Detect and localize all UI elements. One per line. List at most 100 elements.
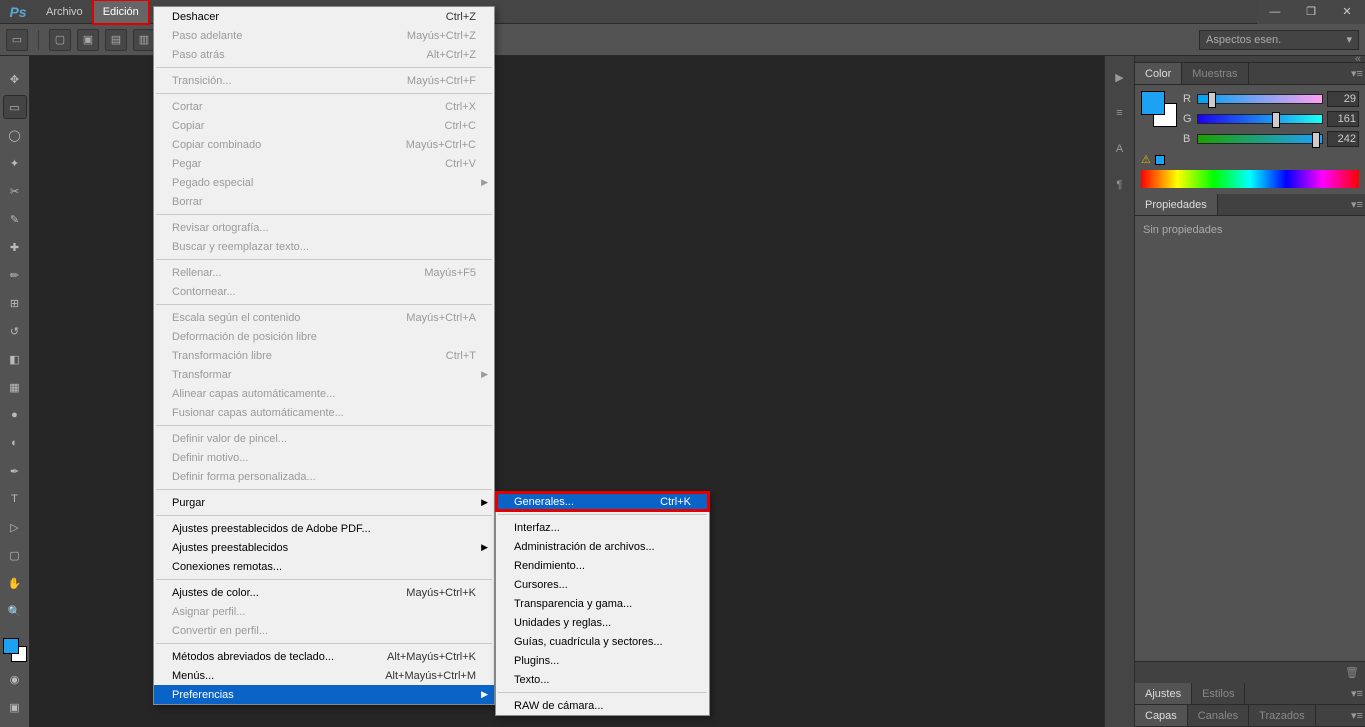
panels-collapse[interactable]: « <box>1135 56 1365 63</box>
window-controls: — ❐ ✕ <box>1257 0 1365 24</box>
menu-item-m-todos-abreviados-de-teclado[interactable]: Métodos abreviados de teclado...Alt+Mayú… <box>154 647 494 666</box>
menu-item-buscar-y-reemplazar-texto: Buscar y reemplazar texto... <box>154 237 494 256</box>
expand-character-icon[interactable]: A <box>1109 138 1131 160</box>
menu-item-gu-as-cuadr-cula-y-sectores[interactable]: Guías, cuadrícula y sectores... <box>496 632 709 651</box>
stamp-tool[interactable]: ⊞ <box>4 292 26 314</box>
minimize-button[interactable]: — <box>1257 0 1293 24</box>
zoom-tool[interactable]: 🔍 <box>4 600 26 622</box>
menu-item-rendimiento[interactable]: Rendimiento... <box>496 556 709 575</box>
hand-tool[interactable]: ✋ <box>4 572 26 594</box>
menu-item-ajustes-preestablecidos[interactable]: Ajustes preestablecidos▶ <box>154 538 494 557</box>
maximize-button[interactable]: ❐ <box>1293 0 1329 24</box>
color-spectrum[interactable] <box>1141 170 1359 188</box>
tab-layers[interactable]: Capas <box>1135 705 1188 726</box>
slider-value[interactable]: 29 <box>1327 91 1359 107</box>
brush-tool[interactable]: ✏ <box>4 264 26 286</box>
expand-actions-icon[interactable]: ≡ <box>1109 102 1131 124</box>
crop-tool[interactable]: ✂ <box>4 180 26 202</box>
menu-item-cursores[interactable]: Cursores... <box>496 575 709 594</box>
gamut-color-icon <box>1155 155 1165 165</box>
expand-paragraph-icon[interactable]: ¶ <box>1109 174 1131 196</box>
tab-adjustments[interactable]: Ajustes <box>1135 683 1192 704</box>
tool-preset-icon[interactable]: ▭ <box>6 29 28 51</box>
eyedropper-tool[interactable]: ✎ <box>4 208 26 230</box>
menu-item-deshacer[interactable]: DeshacerCtrl+Z <box>154 7 494 26</box>
screenmode-tool[interactable]: ▣ <box>4 696 26 718</box>
panel-menu-icon[interactable]: ▾≡ <box>1349 705 1365 726</box>
tab-paths[interactable]: Trazados <box>1249 705 1315 726</box>
menu-item-paso-atr-s: Paso atrásAlt+Ctrl+Z <box>154 45 494 64</box>
menu-item-unidades-y-reglas[interactable]: Unidades y reglas... <box>496 613 709 632</box>
slider-r[interactable]: R 29 <box>1183 91 1359 107</box>
heal-tool[interactable]: ✚ <box>4 236 26 258</box>
slider-b[interactable]: B 242 <box>1183 131 1359 147</box>
selection-new-icon[interactable]: ▢ <box>49 29 71 51</box>
expand-history-icon[interactable]: ▶ <box>1109 66 1131 88</box>
slider-label: R <box>1183 93 1193 105</box>
tab-swatches[interactable]: Muestras <box>1182 63 1248 84</box>
foreground-color[interactable] <box>3 638 19 654</box>
selection-add-icon[interactable]: ▣ <box>77 29 99 51</box>
tab-color[interactable]: Color <box>1135 63 1182 84</box>
slider-g[interactable]: G 161 <box>1183 111 1359 127</box>
edit-menu-dropdown: DeshacerCtrl+ZPaso adelanteMayús+Ctrl+ZP… <box>153 6 495 705</box>
menu-item-transici-n: Transición...Mayús+Ctrl+F <box>154 71 494 90</box>
path-tool[interactable]: ▷ <box>4 516 26 538</box>
menu-edit[interactable]: Edición <box>93 0 149 24</box>
menu-item-transparencia-y-gama[interactable]: Transparencia y gama... <box>496 594 709 613</box>
slider-value[interactable]: 242 <box>1327 131 1359 147</box>
menu-item-plugins[interactable]: Plugins... <box>496 651 709 670</box>
menu-item-escala-seg-n-el-contenido: Escala según el contenidoMayús+Ctrl+A <box>154 308 494 327</box>
quickmask-tool[interactable]: ◉ <box>4 668 26 690</box>
menu-item-transformar: Transformar▶ <box>154 365 494 384</box>
gradient-tool[interactable]: ▦ <box>4 376 26 398</box>
color-swatches[interactable] <box>3 638 27 662</box>
eraser-tool[interactable]: ◧ <box>4 348 26 370</box>
panel-menu-icon[interactable]: ▾≡ <box>1349 63 1365 84</box>
move-tool[interactable]: ✥ <box>4 68 26 90</box>
menu-item-men-s[interactable]: Menús...Alt+Mayús+Ctrl+M <box>154 666 494 685</box>
workspace-label: Aspectos esen. <box>1206 34 1281 46</box>
preferences-submenu: Generales...Ctrl+K Interfaz...Administrac… <box>495 491 710 716</box>
slider-value[interactable]: 161 <box>1327 111 1359 127</box>
close-button[interactable]: ✕ <box>1329 0 1365 24</box>
menu-item-conexiones-remotas[interactable]: Conexiones remotas... <box>154 557 494 576</box>
menu-item-ajustes-preestablecidos-de-adobe-pdf[interactable]: Ajustes preestablecidos de Adobe PDF... <box>154 519 494 538</box>
selection-subtract-icon[interactable]: ▤ <box>105 29 127 51</box>
color-panel-swatches[interactable] <box>1141 91 1177 127</box>
menu-item-generales[interactable]: Generales...Ctrl+K <box>496 492 709 511</box>
wand-tool[interactable]: ✦ <box>4 152 26 174</box>
pen-tool[interactable]: ✒ <box>4 460 26 482</box>
menu-file[interactable]: Archivo <box>36 0 93 24</box>
menu-item-purgar[interactable]: Purgar▶ <box>154 493 494 512</box>
slider-label: B <box>1183 133 1193 145</box>
menu-item-preferencias[interactable]: Preferencias▶ <box>154 685 494 704</box>
chevron-down-icon: ▾ <box>1346 33 1352 46</box>
history-brush-tool[interactable]: ↺ <box>4 320 26 342</box>
dodge-tool[interactable]: ◐ <box>4 432 26 454</box>
type-tool[interactable]: T <box>4 488 26 510</box>
blur-tool[interactable]: ● <box>4 404 26 426</box>
lasso-tool[interactable]: ◯ <box>4 124 26 146</box>
marquee-tool[interactable]: ▭ <box>4 96 26 118</box>
menu-item-fusionar-capas-autom-ticamente: Fusionar capas automáticamente... <box>154 403 494 422</box>
tools-panel: ✥ ▭ ◯ ✦ ✂ ✎ ✚ ✏ ⊞ ↺ ◧ ▦ ● ◐ ✒ T ▷ ▢ ✋ 🔍 … <box>0 56 30 727</box>
menu-item-interfaz[interactable]: Interfaz... <box>496 518 709 537</box>
menu-item-texto[interactable]: Texto... <box>496 670 709 689</box>
menu-item-asignar-perfil: Asignar perfil... <box>154 602 494 621</box>
workspace-switcher[interactable]: Aspectos esen. ▾ <box>1199 30 1359 50</box>
trash-icon[interactable]: 🗑 <box>1345 666 1359 679</box>
menu-item-revisar-ortograf-a: Revisar ortografía... <box>154 218 494 237</box>
fg-swatch[interactable] <box>1141 91 1165 115</box>
menu-item-raw-de-c-mara[interactable]: RAW de cámara... <box>496 696 709 715</box>
tab-channels[interactable]: Canales <box>1188 705 1249 726</box>
panel-menu-icon[interactable]: ▾≡ <box>1349 683 1365 704</box>
panel-menu-icon[interactable]: ▾≡ <box>1349 194 1365 215</box>
menu-item-ajustes-de-color[interactable]: Ajustes de color...Mayús+Ctrl+K <box>154 583 494 602</box>
menu-item-administraci-n-de-archivos[interactable]: Administración de archivos... <box>496 537 709 556</box>
shape-tool[interactable]: ▢ <box>4 544 26 566</box>
tab-properties[interactable]: Propiedades <box>1135 194 1218 215</box>
selection-intersect-icon[interactable]: ▥ <box>133 29 155 51</box>
menu-item-convertir-en-perfil: Convertir en perfil... <box>154 621 494 640</box>
tab-styles[interactable]: Estilos <box>1192 683 1245 704</box>
